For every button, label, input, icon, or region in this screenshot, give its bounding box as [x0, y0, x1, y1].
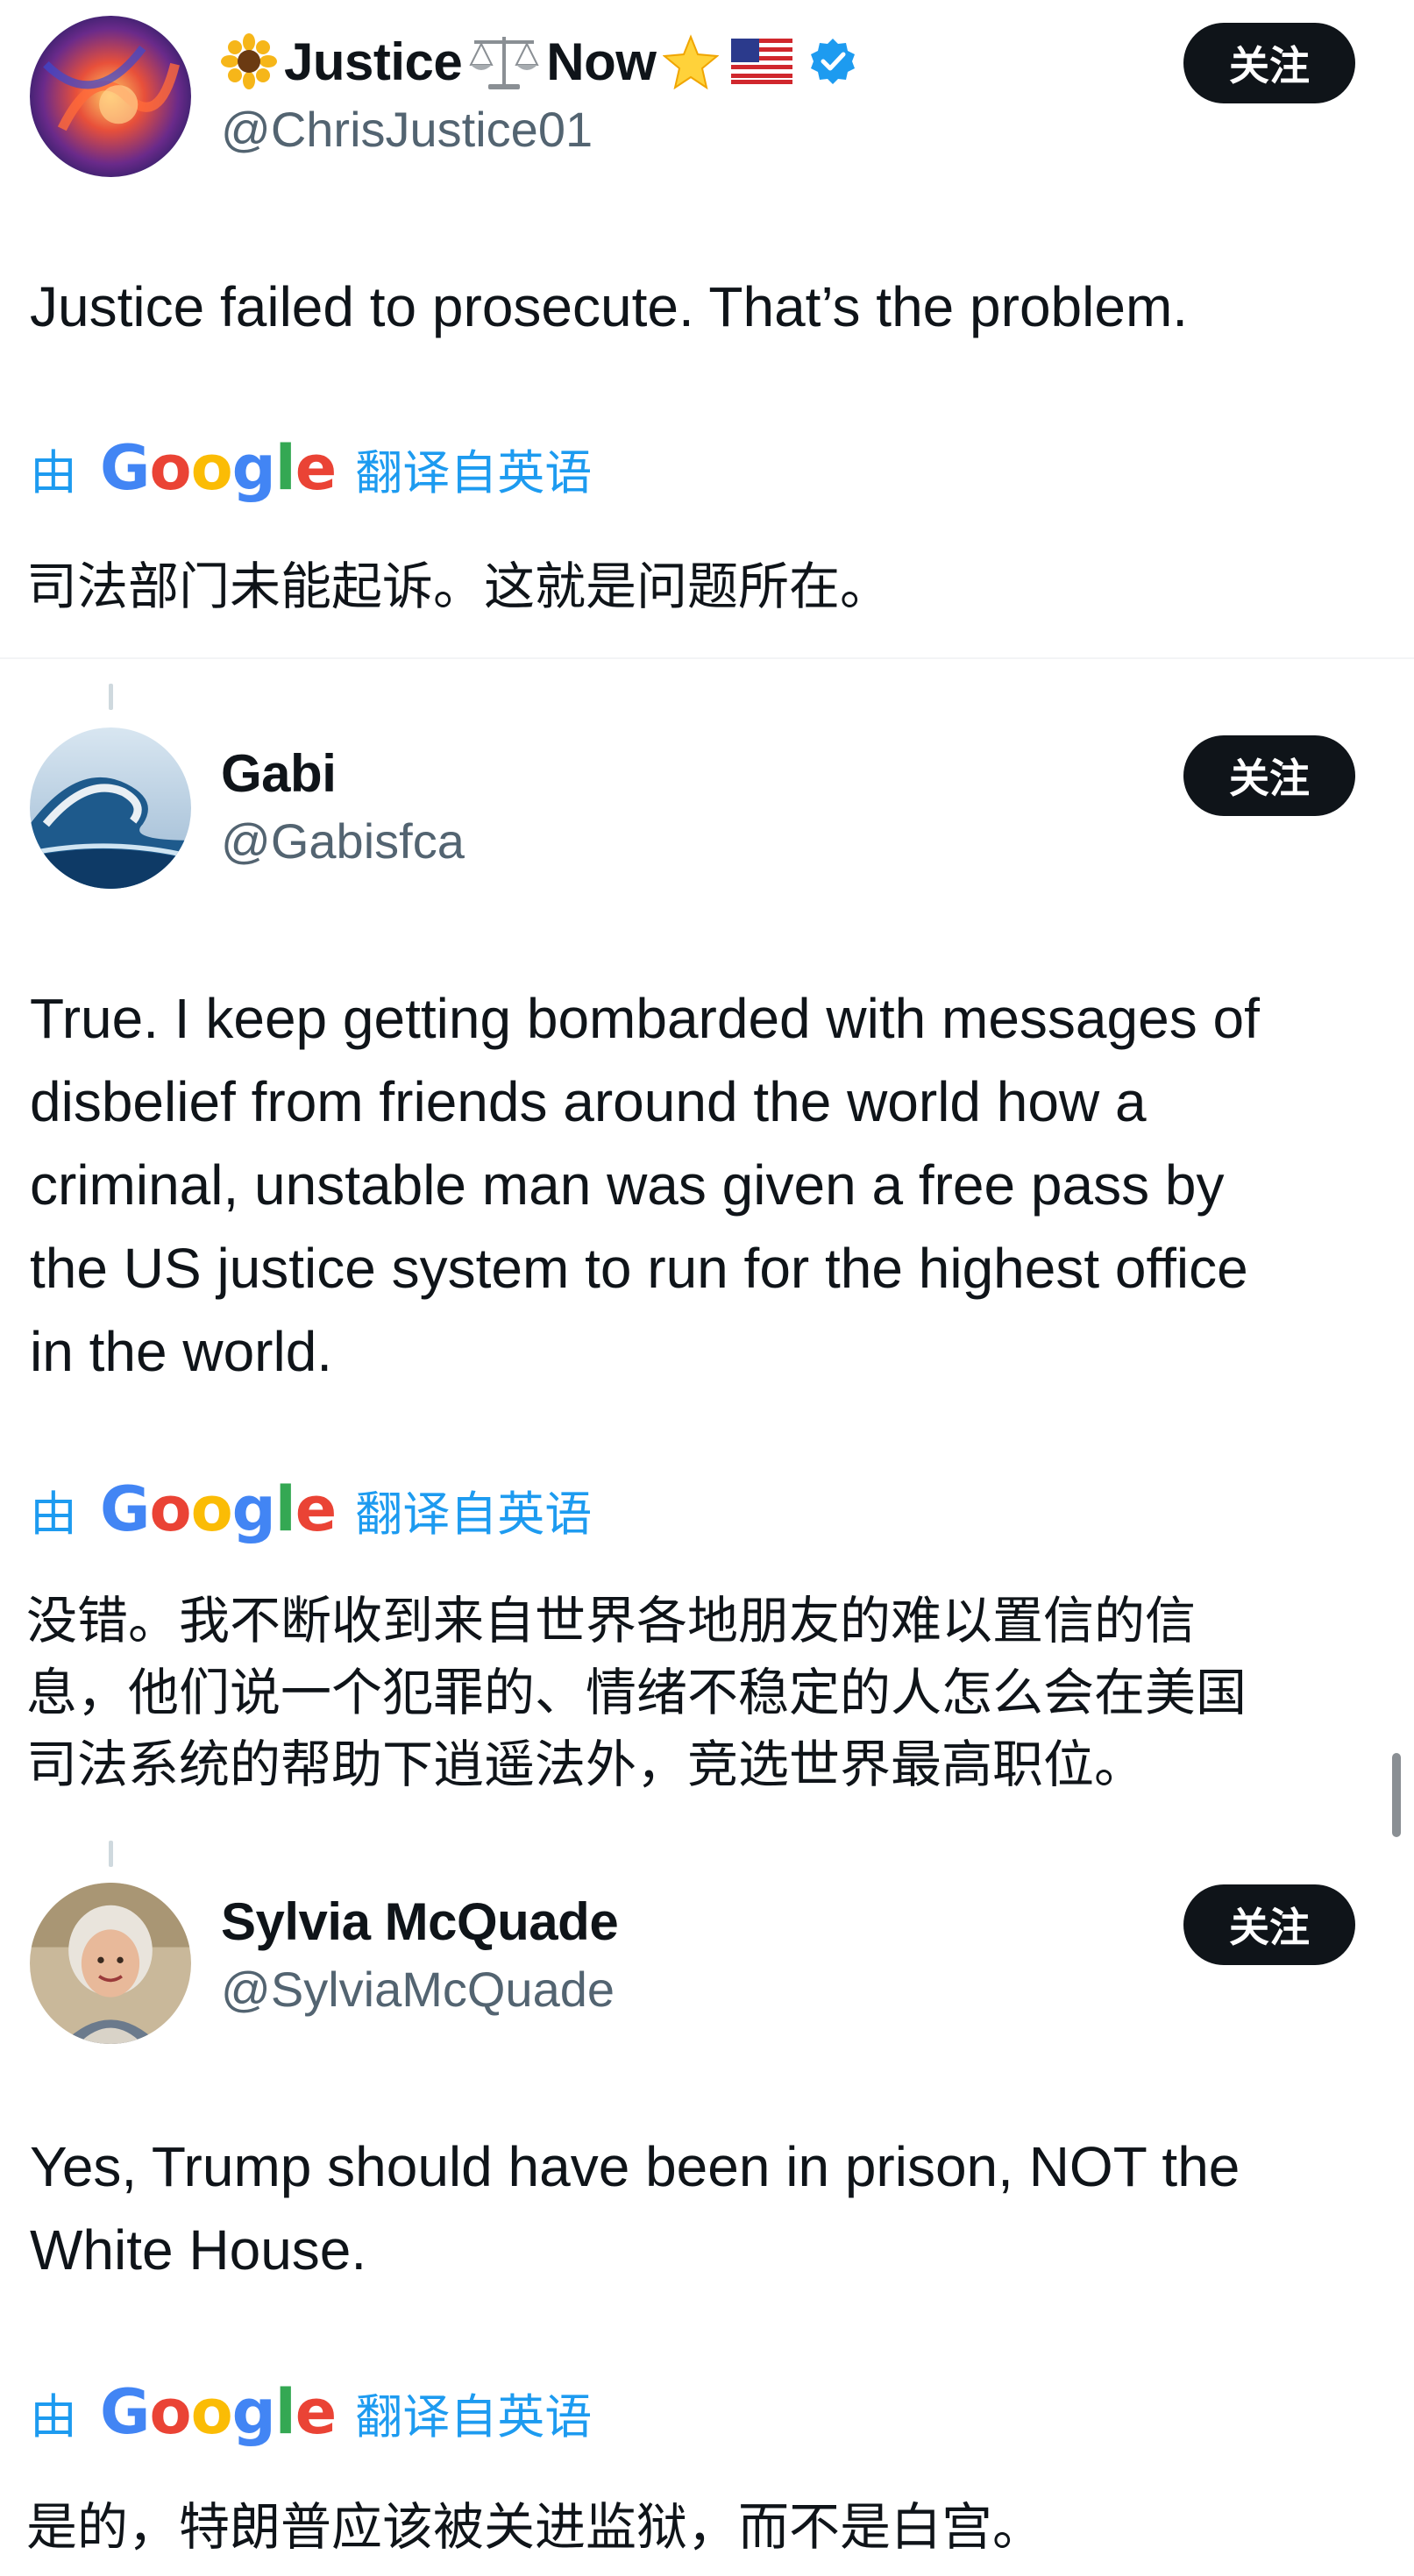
scrollbar-thumb[interactable]	[1392, 1753, 1401, 1837]
handle[interactable]: @ChrisJustice01	[221, 101, 593, 158]
translate-source-label: 翻译自英语	[355, 2390, 593, 2444]
translate-by-label: 由	[30, 446, 77, 500]
divider	[0, 657, 1414, 659]
display-name-row: Sylvia McQuade	[221, 1886, 619, 1956]
display-name[interactable]: Sylvia McQuade	[221, 1891, 619, 1952]
handle[interactable]: @SylviaMcQuade	[221, 1961, 615, 2018]
translate-attribution[interactable]: 由 Google 翻译自英语	[30, 432, 593, 504]
avatar[interactable]	[30, 16, 191, 177]
post-text: Justice failed to prosecute. That’s the …	[30, 275, 1189, 338]
post-text: True. I keep getting bombarded with mess…	[30, 987, 1260, 1383]
us-flag-icon	[731, 39, 793, 84]
google-logo: Google	[100, 432, 337, 504]
google-logo: Google	[100, 1473, 337, 1545]
translate-by-label: 由	[30, 1487, 77, 1541]
thread-connector	[109, 684, 113, 710]
verified-badge-icon	[808, 37, 857, 86]
translated-text: 没错。我不断收到来自世界各地朋友的难以置信的信 息，他们说一个犯罪的、情绪不稳定…	[26, 1591, 1247, 1794]
google-logo: Google	[100, 2376, 337, 2448]
star-icon	[663, 33, 720, 89]
post-gabi: Gabi @Gabisfca 关注 True. I keep getting b…	[0, 666, 1414, 1794]
follow-button[interactable]: 关注	[1183, 735, 1355, 816]
translate-source-label: 翻译自英语	[355, 1487, 593, 1541]
translate-attribution[interactable]: 由 Google 翻译自英语	[30, 1473, 593, 1545]
display-name[interactable]: Justice	[284, 32, 463, 92]
avatar[interactable]	[30, 1883, 191, 2044]
post-text: Yes, Trump should have been in prison, N…	[30, 2135, 1240, 2281]
scales-icon	[469, 32, 539, 91]
translated-text: 司法部门未能起诉。这就是问题所在。	[26, 557, 892, 616]
thread-connector	[109, 1841, 113, 1867]
sunflower-icon	[221, 33, 277, 89]
post-sylvia-mcquade: Sylvia McQuade @SylviaMcQuade 关注 Yes, Tr…	[0, 1823, 1414, 2576]
translated-text: 是的，特朗普应该被关进监狱，而不是白宫。	[26, 2497, 1044, 2557]
translate-attribution[interactable]: 由 Google 翻译自英语	[30, 2376, 593, 2448]
display-name-row: Justice Now	[221, 26, 857, 96]
post-justice-now: Justice Now @ChrisJustice01 关注 Justice f…	[0, 0, 1414, 657]
display-name-row: Gabi	[221, 738, 337, 808]
follow-button[interactable]: 关注	[1183, 23, 1355, 103]
avatar[interactable]	[30, 727, 191, 889]
display-name-part-2[interactable]: Now	[546, 32, 657, 92]
follow-button[interactable]: 关注	[1183, 1884, 1355, 1965]
translate-by-label: 由	[30, 2390, 77, 2444]
handle[interactable]: @Gabisfca	[221, 813, 465, 869]
display-name[interactable]: Gabi	[221, 743, 337, 804]
translate-source-label: 翻译自英语	[355, 446, 593, 500]
